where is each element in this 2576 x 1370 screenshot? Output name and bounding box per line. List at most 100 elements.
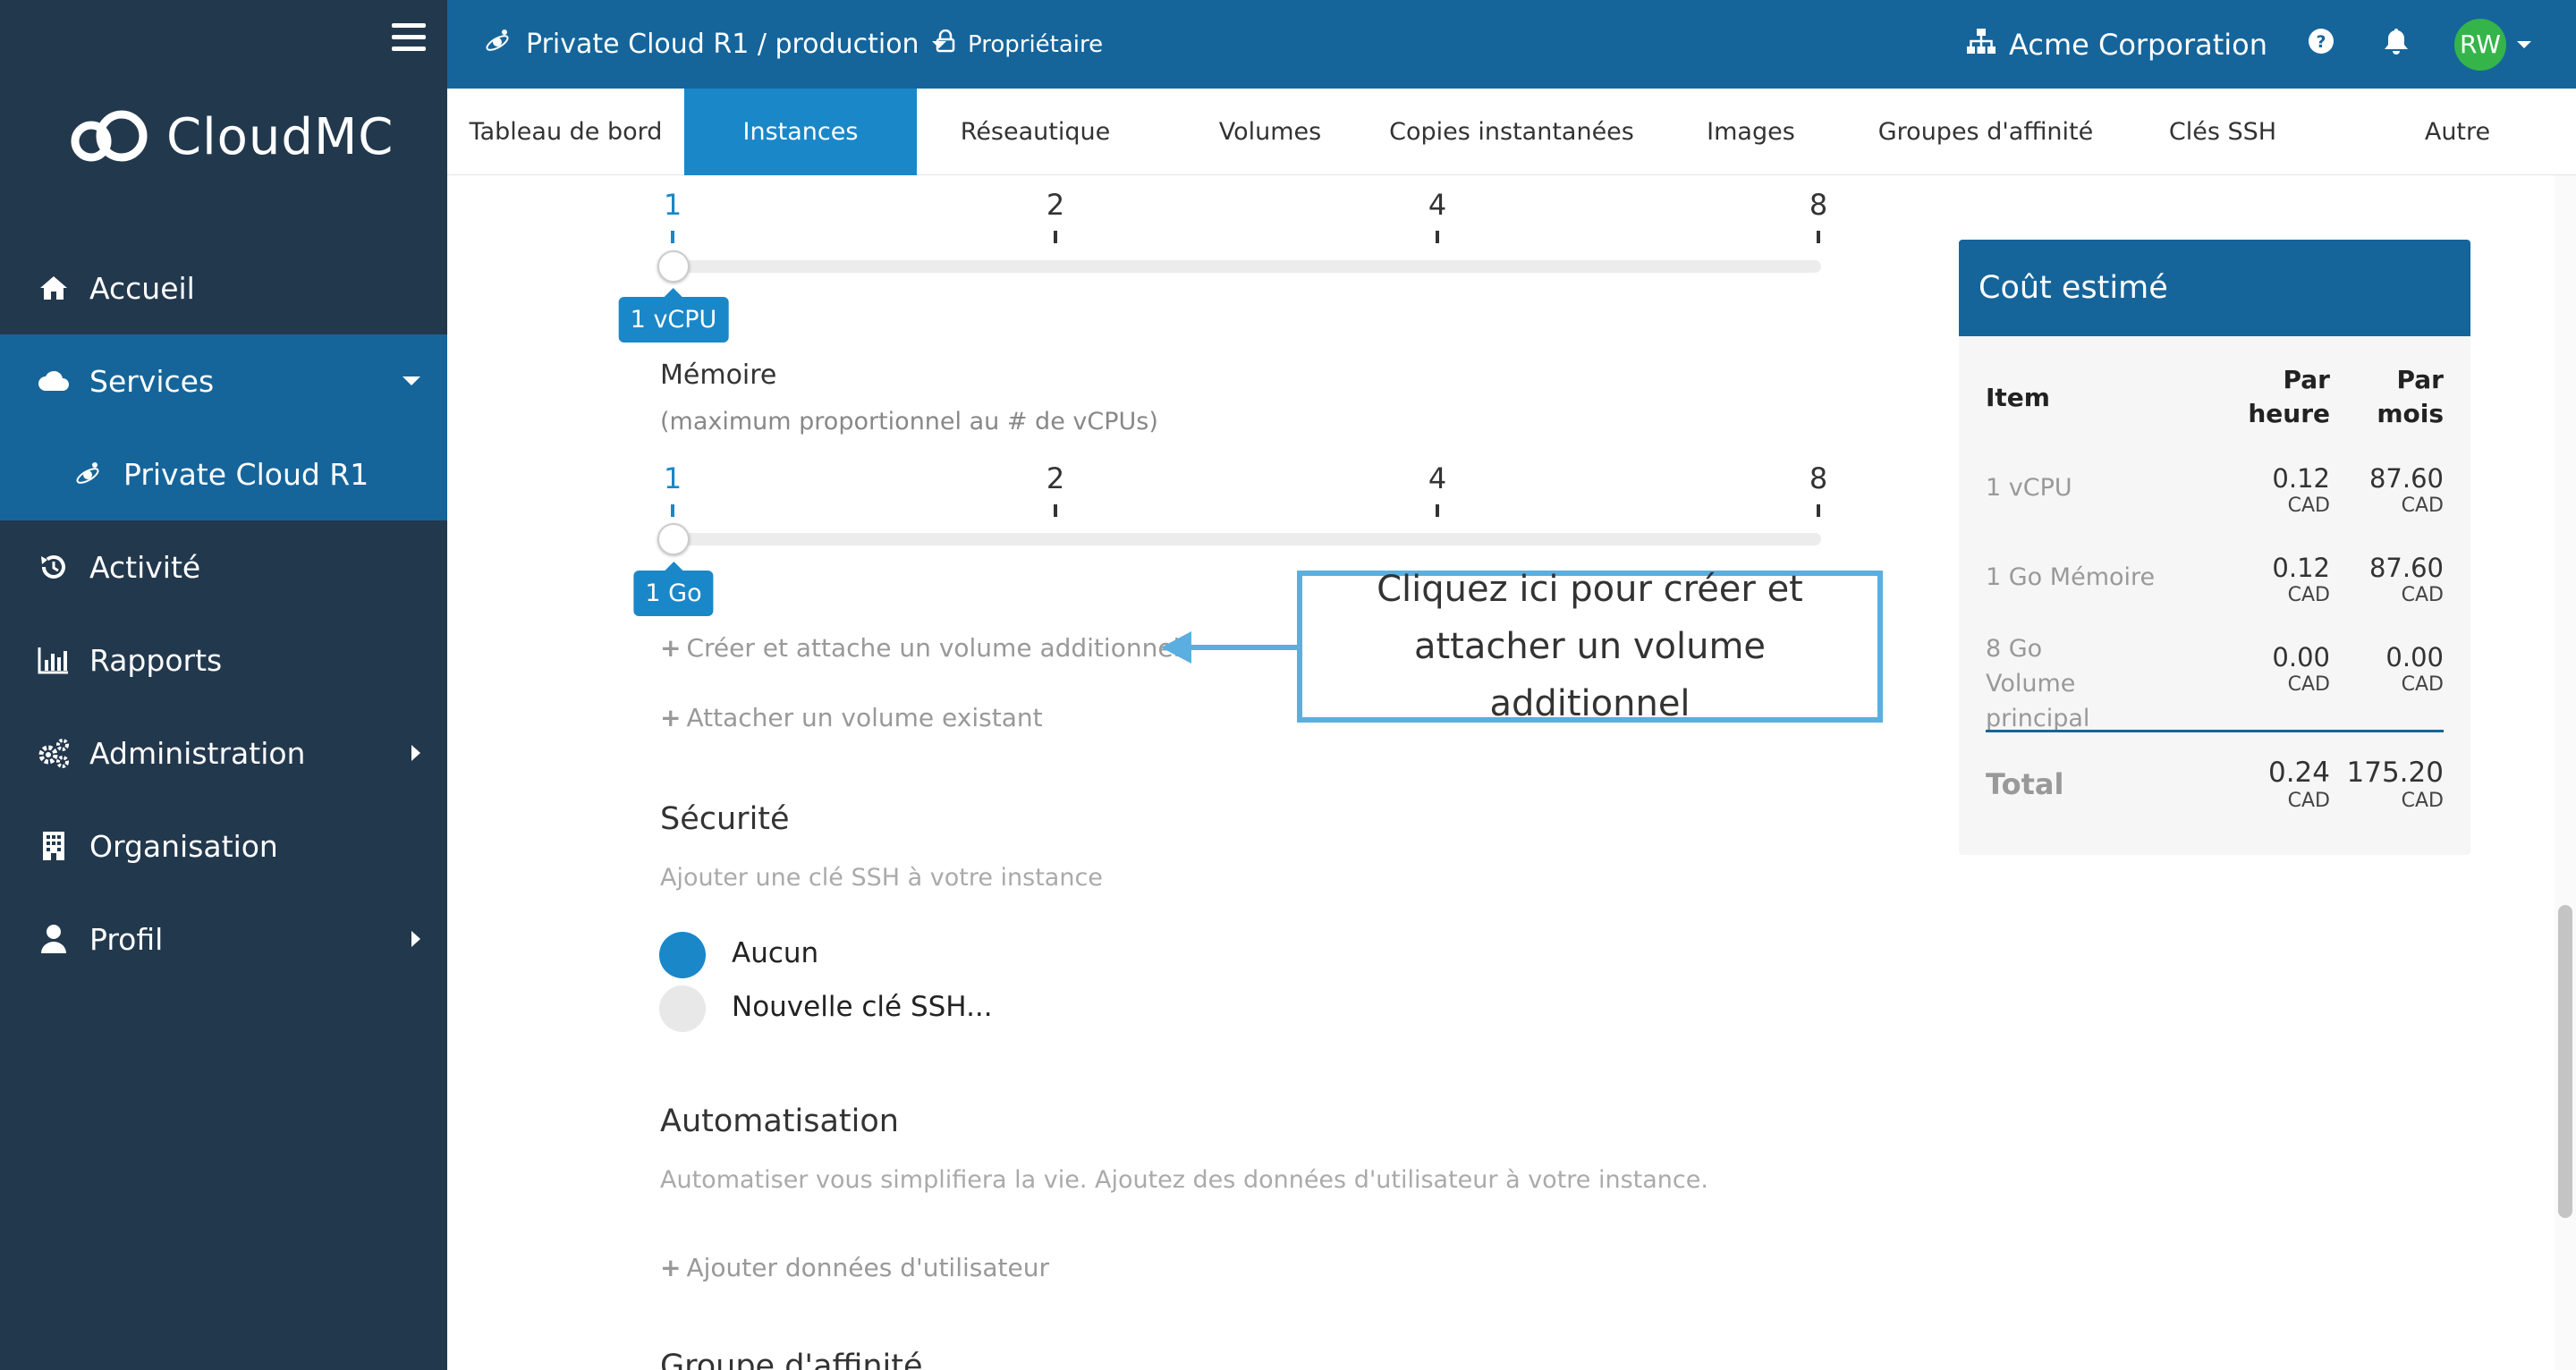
row-hour: 0.12 — [2272, 553, 2330, 583]
sidebar-item-administration[interactable]: Administration — [0, 706, 447, 799]
memory-slider-handle[interactable] — [657, 523, 690, 555]
plus-icon: + — [660, 1253, 682, 1282]
add-user-data-link[interactable]: + Ajouter données d'utilisateur — [660, 1253, 1049, 1282]
create-volume-text: Créer et attache un volume additionnel — [686, 633, 1181, 663]
help-button[interactable]: ? — [2308, 0, 2334, 89]
environment-selector[interactable]: Private Cloud R1 / production — [483, 0, 946, 89]
affinity-title: Groupe d'affinité — [660, 1349, 923, 1370]
cloudmc-logo[interactable]: CloudMC — [70, 106, 394, 168]
history-icon — [36, 549, 72, 585]
total-hour: 0.24 — [2267, 757, 2330, 789]
sidebar-item-label: Organisation — [89, 828, 278, 864]
total-label: Total — [1986, 767, 2064, 801]
tab-volumes[interactable]: Volumes — [1154, 89, 1386, 175]
sidebar-item-activite[interactable]: Activité — [0, 520, 447, 613]
sidebar-item-services[interactable]: Services — [0, 334, 447, 427]
cpu-slider-handle[interactable] — [657, 250, 690, 283]
sidebar-nav: Accueil Services Private Cloud R1 Activi… — [0, 241, 447, 985]
logo-text: CloudMC — [166, 107, 394, 166]
cost-title: Coût estimé — [1959, 240, 2470, 336]
header-item: Item — [1986, 383, 2050, 412]
chevron-down-icon — [2517, 40, 2531, 48]
add-user-data-text: Ajouter données d'utilisateur — [686, 1253, 1049, 1282]
role-label: Propriétaire — [968, 30, 1104, 58]
slider-tick — [1817, 504, 1820, 517]
slider-tick — [1436, 231, 1439, 243]
cpu-tick-label: 4 — [1428, 188, 1447, 222]
radio-nouvelle-cle[interactable] — [659, 985, 706, 1032]
memory-hint: (maximum proportionnel au # de vCPUs) — [660, 408, 1158, 436]
create-volume-link[interactable]: + Créer et attache un volume additionnel — [660, 633, 1180, 663]
tab-copies-instantanees[interactable]: Copies instantanées — [1386, 89, 1637, 175]
memory-tick-label: 1 — [663, 461, 682, 495]
top-bar: Private Cloud R1 / production Propriétai… — [447, 0, 2576, 89]
cloudmc-logo-icon — [71, 110, 148, 162]
cost-header-row: Item Par heure Par mois — [1986, 363, 2444, 435]
automation-hint: Automatiser vous simplifiera la vie. Ajo… — [660, 1166, 1708, 1194]
tab-autre[interactable]: Autre — [2339, 89, 2576, 175]
sidebar-item-label: Private Cloud R1 — [123, 456, 369, 492]
row-currency: CAD — [2401, 672, 2444, 696]
cpu-tick-label: 2 — [1046, 188, 1065, 222]
chevron-right-icon — [411, 931, 420, 947]
memory-tick-label: 2 — [1046, 461, 1065, 495]
slider-tick — [671, 504, 674, 517]
sidebar-item-label: Rapports — [89, 642, 223, 678]
total-month: 175.20 — [2346, 757, 2444, 789]
scrollbar-thumb[interactable] — [2558, 905, 2572, 1218]
tab-instances[interactable]: Instances — [684, 89, 917, 175]
row-currency: CAD — [2287, 583, 2330, 606]
bell-icon — [2383, 27, 2410, 63]
memory-slider-track[interactable] — [658, 533, 1821, 545]
sidebar-item-accueil[interactable]: Accueil — [0, 241, 447, 334]
tab-images[interactable]: Images — [1637, 89, 1865, 175]
organization-selector[interactable]: Acme Corporation — [1966, 0, 2267, 89]
sidebar-item-label: Profil — [89, 921, 164, 957]
row-hour: 0.00 — [2272, 642, 2330, 672]
security-hint: Ajouter une clé SSH à votre instance — [660, 864, 1103, 892]
building-icon — [36, 828, 72, 864]
row-item: 1 vCPU — [1986, 474, 2072, 502]
row-hour: 0.12 — [2272, 463, 2330, 494]
tab-reseautique[interactable]: Réseautique — [917, 89, 1154, 175]
radio-aucun-label[interactable]: Aucun — [732, 937, 818, 969]
row-month: 0.00 — [2385, 642, 2444, 672]
row-currency: CAD — [2287, 672, 2330, 696]
user-menu[interactable]: RW — [2454, 0, 2531, 89]
service-tabs: Tableau de bord Instances Réseautique Vo… — [447, 89, 2576, 175]
header-hour: Par heure — [2248, 365, 2330, 428]
slider-tick — [1817, 231, 1820, 243]
chevron-right-icon — [411, 745, 420, 761]
hamburger-menu-icon[interactable] — [392, 23, 426, 52]
attach-volume-text: Attacher un volume existant — [686, 703, 1043, 732]
bar-chart-icon — [36, 642, 72, 678]
automation-title: Automatisation — [660, 1104, 899, 1139]
sidebar-item-private-cloud[interactable]: Private Cloud R1 — [0, 427, 447, 520]
attach-volume-link[interactable]: + Attacher un volume existant — [660, 703, 1043, 732]
sidebar-item-label: Services — [89, 363, 215, 399]
tab-groupes-affinite[interactable]: Groupes d'affinité — [1865, 89, 2106, 175]
cpu-slider-track[interactable] — [658, 260, 1821, 273]
sitemap-icon — [1966, 28, 1996, 62]
notifications-button[interactable] — [2383, 0, 2410, 89]
sidebar-item-profil[interactable]: Profil — [0, 892, 447, 985]
memory-label: Mémoire — [660, 359, 777, 391]
radio-aucun[interactable] — [659, 932, 706, 978]
sidebar-item-label: Accueil — [89, 270, 195, 306]
environment-label: Private Cloud R1 / production — [526, 29, 919, 60]
radio-nouvelle-cle-label[interactable]: Nouvelle clé SSH... — [732, 991, 993, 1023]
sidebar-item-organisation[interactable]: Organisation — [0, 799, 447, 892]
plus-icon: + — [660, 703, 682, 732]
sidebar-item-rapports[interactable]: Rapports — [0, 613, 447, 706]
row-month: 87.60 — [2368, 553, 2444, 583]
tab-cles-ssh[interactable]: Clés SSH — [2106, 89, 2339, 175]
slider-tick — [1436, 504, 1439, 517]
row-item: 8 Go Volume principal — [1986, 635, 2090, 733]
user-icon — [36, 921, 72, 957]
chevron-down-icon — [402, 376, 420, 385]
tab-tableau-de-bord[interactable]: Tableau de bord — [447, 89, 684, 175]
cpu-tick-label: 8 — [1809, 188, 1828, 222]
row-currency: CAD — [2401, 494, 2444, 517]
row-item: 1 Go Mémoire — [1986, 563, 2156, 591]
memory-value-badge: 1 Go — [633, 571, 714, 616]
